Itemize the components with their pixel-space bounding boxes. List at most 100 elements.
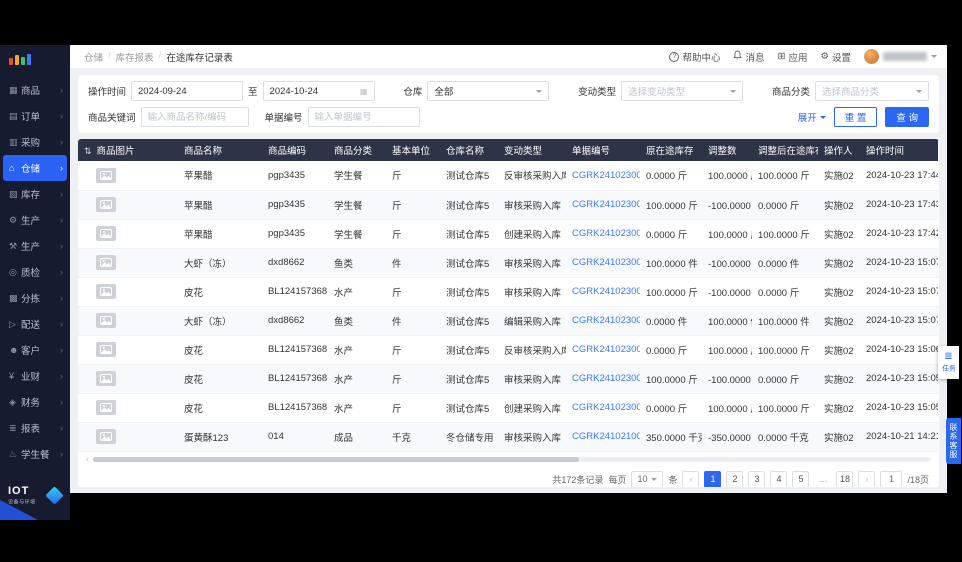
date-range-separator: 至 [248,87,258,98]
date-from-input[interactable]: 2024-09-24 [131,81,244,101]
reset-button[interactable]: 重 置 [833,107,878,127]
product-image-placeholder [96,167,116,183]
sidebar-item-inventory[interactable]: ▧ 库存 › [3,181,67,207]
sidebar-item-customers[interactable]: ☻ 客户 › [3,337,67,363]
page-size-select[interactable]: 10 [631,470,664,487]
sidebar-item-biz-finance[interactable]: ¥ 业财 › [3,363,67,389]
doc-no-link[interactable]: CGRK24102300001 [566,248,640,278]
doc-no-link[interactable]: CGRK24102300001 [566,393,640,423]
doc-no-link[interactable]: CGRK24102300001 [566,364,640,394]
in-transit-inventory-table: ⇅ 商品图片 商品名称 商品编码 商品分类 基本单位 仓库名称 变动类型 单据编号 原在途库存 调整… [78,139,938,452]
filter-warehouse-label: 仓库 [403,87,423,98]
breadcrumb: 仓储 / 库存报表 / 在途库存记录表 [84,50,233,64]
app-logo[interactable] [0,45,70,71]
table-row[interactable]: 大虾（冻）dxd8662鱼类件测试仓库5审核采购入库CGRK2410230000… [78,248,938,278]
filter-panel: 操作时间 2024-09-24 至 2024-10-24 ▦ 仓库 全部 变动类… [78,75,939,133]
table-row[interactable]: 皮花BL124157368水产斤测试仓库5审核采购入库CGRK241023000… [78,364,938,394]
page-button[interactable]: 2 [726,470,744,487]
doc-no-link[interactable]: CGRK24102300001 [566,306,640,336]
sidebar-item-delivery[interactable]: ▷ 配送 › [3,311,67,337]
product-image-placeholder [96,197,116,212]
column-header: 调整数 [702,139,752,161]
sidebar-item-finance[interactable]: ◈ 财务 › [3,389,67,415]
chevron-right-icon: › [60,111,63,121]
table-row[interactable]: 皮花 BL124157368 水产斤测试仓库5 反审核采购入库 CGRK2410230 0… [78,335,938,365]
scrollbar-track[interactable] [93,456,931,462]
order-icon: ▤ [9,110,18,121]
page-button[interactable]: 18 [836,470,854,487]
user-menu[interactable] [864,49,937,64]
chevron-right-icon: › [60,267,63,277]
change-type-select[interactable]: 选择变动类型 [621,81,744,101]
table-row[interactable]: 皮花BL124157368水产斤测试仓库5审核采购入库CGRK241023000… [78,277,938,307]
table-row[interactable]: 皮花BL124157368水产斤测试仓库5创建采购入库CGRK241023000… [78,393,938,423]
sidebar-item-qc[interactable]: ◎ 质检 › [3,259,67,285]
sidebar-item-label: 客户 [21,346,41,357]
page-button[interactable]: 3 [748,470,766,487]
table-row[interactable]: 苹果醋pgp3435学生餐斤测试仓库5创建采购入库CGRK24102300002… [78,219,938,249]
filter-doc-no: 单据编号 [265,107,420,127]
doc-no-link[interactable]: CGRK24102300002 [566,190,640,220]
doc-no-input[interactable] [307,107,420,127]
product-image-placeholder [96,255,116,270]
date-to-input[interactable]: 2024-10-24 ▦ [262,81,375,101]
page-jump-input[interactable]: 1 [880,470,903,487]
sidebar-item-orders[interactable]: ▤ 订单 › [3,103,67,129]
sidebar-item-reports[interactable]: ≣ 报表 › [3,415,67,441]
keyword-input[interactable] [140,107,249,127]
page-button[interactable]: 4 [770,470,788,487]
table-area: ⇅ 商品图片 商品名称 商品编码 商品分类 基本单位 仓库名称 变动类型 单据编号 原在途库存 调整… [78,139,939,452]
page-button[interactable]: 1 [704,470,722,487]
help-center-button[interactable]: ? 帮助中心 [669,50,720,64]
sidebar-item-purchase[interactable]: ▥ 采购 › [3,129,67,155]
purchase-icon: ▥ [9,136,18,147]
sidebar-item-warehouse[interactable]: ⌂ 仓储 › [3,155,67,181]
table-row[interactable]: 大虾（冻）dxd8662鱼类件测试仓库5编辑采购入库CGRK2410230000… [78,306,938,336]
messages-button[interactable]: 消息 [733,50,764,64]
sidebar-item-student-meal[interactable]: ♨ 学生餐 › [3,441,67,467]
doc-no-link[interactable]: CGRK24102300002 [566,219,640,249]
sidebar-item-sorting[interactable]: ▩ 分拣 › [3,285,67,311]
finance-icon: ◈ [9,396,16,407]
table-row[interactable]: 苹果醋pgp3435学生餐斤测试仓库5审核采购入库CGRK24102300002… [78,190,938,220]
doc-no-link[interactable]: CGRK24102100002 [566,422,640,452]
breadcrumb-item[interactable]: 库存报表 [116,50,154,64]
settings-button[interactable]: ⚙ 设置 [820,50,851,64]
sidebar-item-production2[interactable]: ⚒ 生产 › [3,233,67,259]
sort-icon[interactable]: ⇅ [84,146,92,156]
table-row[interactable]: 蛋黄酥123014成品千克冬仓储专用审核采购入库CGRK241021000023… [78,422,938,452]
expand-toggle[interactable]: 展开 [798,110,826,124]
sidebar-item-label: 报表 [21,424,41,435]
breadcrumb-separator: / [108,49,111,61]
sidebar-item-production[interactable]: ⚙ 生产 › [3,207,67,233]
task-widget[interactable]: ≣ 任务 [938,346,959,379]
scroll-left-icon[interactable]: ‹ [86,454,89,464]
search-button[interactable]: 查 询 [885,107,929,127]
prev-page-button[interactable]: ‹ [682,470,700,487]
column-header: 基本单位 [386,139,440,161]
apps-icon: ⊞ [777,50,786,62]
filter-keyword-label: 商品关键词 [88,113,136,124]
contact-service-button[interactable]: 联系客服 [946,418,961,464]
chevron-down-icon [730,89,737,93]
page-ellipsis: … [818,474,828,484]
category-select[interactable]: 选择商品分类 [814,81,929,101]
doc-no-link[interactable]: CGRK24102300001 [566,335,640,365]
doc-no-link[interactable]: CGRK24102300002 [566,161,640,191]
column-header: 商品分类 [328,139,386,161]
warehouse-select[interactable]: 全部 [427,81,550,101]
page-button[interactable]: 5 [792,470,810,487]
sidebar-item-label: 分拣 [21,294,41,305]
report-icon: ≣ [9,422,17,433]
breadcrumb-separator: / [158,49,162,61]
column-header: 仓库名称 [440,139,498,161]
doc-no-link[interactable]: CGRK24102300001 [566,277,640,307]
sidebar-item-goods[interactable]: ▦ 商品 › [3,77,67,103]
next-page-button[interactable]: › [858,470,876,487]
scrollbar-thumb[interactable] [93,456,580,462]
breadcrumb-item[interactable]: 仓储 [84,50,103,64]
apps-button[interactable]: ⊞ 应用 [777,50,807,64]
table-row[interactable]: 苹果醋pgp3435学生餐斤测试仓库5反审核采购入库CGRK2410230000… [78,161,938,191]
iot-logo-icon [44,485,64,505]
per-page-label: 每页 [608,474,627,485]
